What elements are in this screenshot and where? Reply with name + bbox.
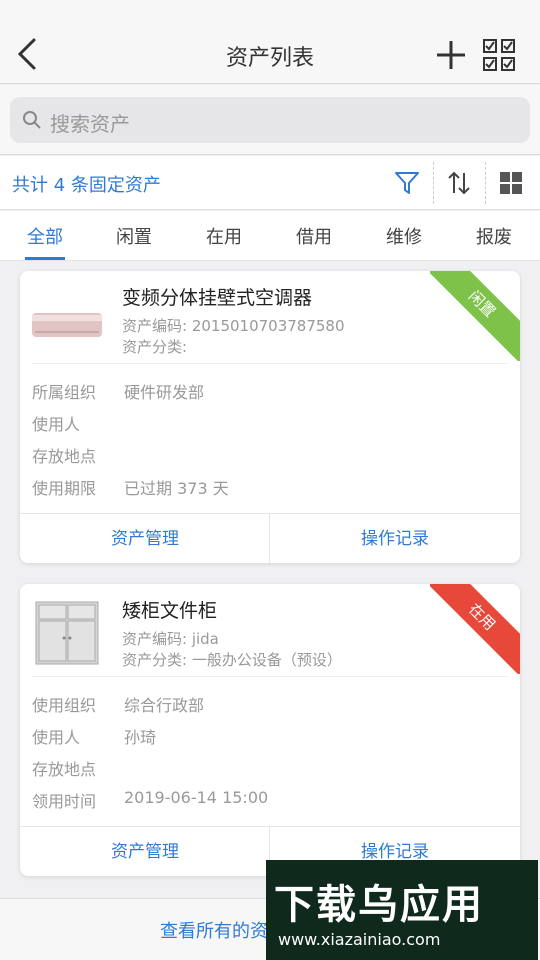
search-input[interactable]: 搜索资产 [10, 97, 530, 143]
status-ribbon: 在用 [430, 584, 520, 674]
tab-scrapped[interactable]: 报废 [464, 223, 524, 249]
toolbar-divider [485, 162, 486, 204]
field-label: 使用期限 [32, 479, 97, 498]
field-value: 孙琦 [124, 728, 157, 747]
field-value: 硬件研发部 [124, 383, 205, 402]
search-icon [23, 111, 41, 129]
field-label: 使用人 [32, 415, 81, 434]
search-bar-container: 搜索资产 [0, 85, 540, 155]
toolbar-divider [433, 162, 434, 204]
asset-manage-button[interactable]: 资产管理 [20, 514, 270, 563]
card-footer: 资产管理 操作记录 [20, 513, 520, 563]
field-value: 已过期 373 天 [124, 479, 229, 498]
status-badge: 闲置 [430, 271, 520, 361]
card-divider [32, 363, 508, 364]
status-badge: 在用 [430, 584, 520, 674]
list-toolbar: 共计 4 条固定资产 [0, 156, 540, 210]
operation-log-button[interactable]: 操作记录 [270, 514, 520, 563]
field-label: 使用人 [32, 728, 81, 747]
file-cabinet-image [35, 601, 99, 665]
asset-category: 资产分类: 一般办公设备（预设） [122, 651, 342, 669]
field-value: 综合行政部 [124, 696, 205, 715]
field-label: 存放地点 [32, 447, 97, 466]
field-label: 所属组织 [32, 383, 97, 402]
asset-category: 资产分类: [122, 338, 188, 356]
field-label: 领用时间 [32, 792, 97, 811]
grid-icon[interactable] [498, 170, 524, 196]
filter-icon[interactable] [394, 170, 420, 196]
watermark: 下载乌应用 www.xiazainiao.com [266, 860, 538, 960]
asset-count: 共计 4 条固定资产 [12, 175, 161, 196]
asset-name: 变频分体挂壁式空调器 [122, 287, 313, 309]
field-label: 存放地点 [32, 760, 97, 779]
plus-icon[interactable] [434, 38, 468, 72]
sort-icon[interactable] [446, 170, 472, 196]
search-placeholder: 搜索资产 [50, 112, 130, 136]
air-conditioner-image [32, 313, 102, 337]
tab-repair[interactable]: 维修 [374, 223, 434, 249]
asset-name: 矮柜文件柜 [122, 600, 218, 622]
status-tabs: 全部 闲置 在用 借用 维修 报废 [0, 211, 540, 261]
tab-all[interactable]: 全部 [15, 223, 75, 249]
tab-in-use[interactable]: 在用 [194, 223, 254, 249]
field-value: 2019-06-14 15:00 [124, 788, 269, 807]
card-divider [32, 676, 508, 677]
watermark-title: 下载乌应用 [274, 882, 484, 928]
field-label: 使用组织 [32, 696, 97, 715]
active-tab-indicator [25, 257, 65, 260]
checklist-icon[interactable] [482, 38, 516, 72]
asset-code: 资产编码: 2015010703787580 [122, 317, 345, 335]
asset-code: 资产编码: jida [122, 630, 219, 648]
nav-bar: 资产列表 [0, 0, 540, 84]
asset-card[interactable]: 矮柜文件柜 资产编码: jida 资产分类: 一般办公设备（预设） 在用 使用组… [20, 584, 520, 876]
tab-idle[interactable]: 闲置 [104, 223, 164, 249]
asset-manage-button[interactable]: 资产管理 [20, 827, 270, 876]
status-ribbon: 闲置 [430, 271, 520, 361]
chevron-left-icon[interactable] [14, 36, 42, 72]
watermark-url: www.xiazainiao.com [278, 930, 441, 949]
page-title: 资产列表 [225, 46, 314, 71]
tab-borrowed[interactable]: 借用 [284, 223, 344, 249]
asset-card[interactable]: 变频分体挂壁式空调器 资产编码: 2015010703787580 资产分类: … [20, 271, 520, 563]
